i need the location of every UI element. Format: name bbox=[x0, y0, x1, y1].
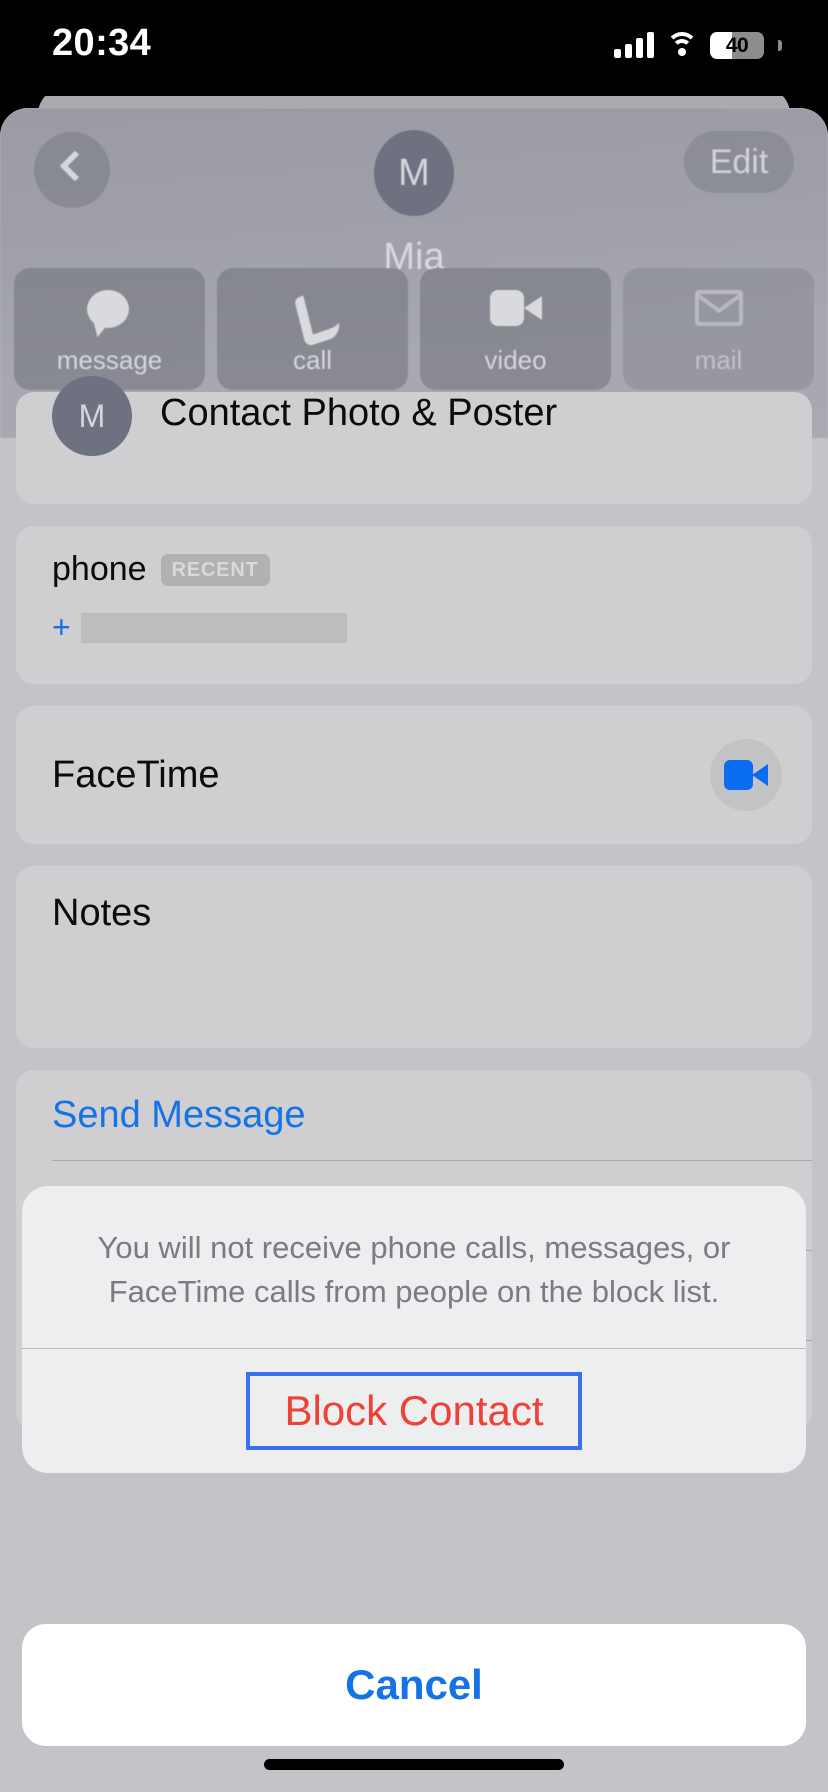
phone-handset-icon bbox=[217, 290, 408, 336]
contact-body: M Contact Photo & Poster phone RECENT + … bbox=[0, 376, 828, 1792]
facetime-video-button[interactable] bbox=[710, 739, 782, 811]
action-label-video: video bbox=[484, 345, 547, 375]
block-contact-row[interactable]: Block Contact bbox=[22, 1349, 806, 1473]
video-camera-icon bbox=[420, 290, 611, 336]
status-bar: 20:34 40 bbox=[0, 0, 828, 96]
contact-detail-sheet: Edit M Mia message call video mail M Con… bbox=[0, 108, 828, 1792]
back-button[interactable] bbox=[34, 132, 110, 208]
facetime-label: FaceTime bbox=[52, 753, 220, 796]
notes-label: Notes bbox=[52, 892, 152, 934]
cancel-sheet[interactable]: Cancel bbox=[22, 1624, 806, 1746]
message-bubble-icon bbox=[14, 290, 205, 340]
battery-icon: 40 bbox=[710, 31, 764, 59]
photo-poster-avatar: M bbox=[52, 376, 132, 456]
recent-badge: RECENT bbox=[160, 553, 270, 586]
action-label-message: message bbox=[56, 345, 163, 375]
contact-avatar[interactable]: M bbox=[374, 130, 454, 216]
action-button-message[interactable]: message bbox=[14, 268, 205, 390]
action-label-call: call bbox=[292, 345, 332, 375]
action-sheet-message: You will not receive phone calls, messag… bbox=[97, 1230, 731, 1309]
battery-percent-label: 40 bbox=[725, 33, 749, 57]
action-label-mail: mail bbox=[694, 345, 743, 375]
notes-card[interactable]: Notes bbox=[16, 866, 812, 1048]
action-button-mail: mail bbox=[623, 268, 814, 390]
facetime-row[interactable]: FaceTime bbox=[16, 706, 812, 844]
action-button-video[interactable]: video bbox=[420, 268, 611, 390]
phone-number-prefix: + bbox=[52, 609, 71, 645]
phone-field-card[interactable]: phone RECENT + bbox=[16, 526, 812, 684]
block-contact-action-sheet: You will not receive phone calls, messag… bbox=[22, 1186, 806, 1473]
status-bar-indicators: 40 bbox=[614, 28, 782, 62]
contact-header: Edit M Mia message call video mail bbox=[0, 108, 828, 438]
status-bar-clock: 20:34 bbox=[52, 22, 152, 64]
send-message-link[interactable]: Send Message bbox=[16, 1070, 812, 1160]
phone-number-redacted bbox=[80, 612, 347, 643]
cellular-signal-icon bbox=[614, 32, 654, 58]
chevron-left-icon bbox=[59, 150, 91, 182]
photo-poster-label: Contact Photo & Poster bbox=[160, 392, 558, 434]
home-indicator[interactable] bbox=[264, 1759, 564, 1770]
phone-field-label: phone bbox=[52, 550, 147, 588]
action-button-call[interactable]: call bbox=[217, 268, 408, 390]
envelope-icon bbox=[623, 290, 814, 336]
block-contact-button[interactable]: Block Contact bbox=[246, 1371, 582, 1451]
quick-action-row: message call video mail bbox=[14, 268, 814, 390]
iphone-screen: Edit M Mia message call video mail M Con… bbox=[0, 0, 828, 1792]
phone-value-row[interactable]: + bbox=[52, 609, 776, 646]
edit-button[interactable]: Edit bbox=[684, 131, 794, 193]
phone-label-row: phone RECENT bbox=[52, 550, 776, 589]
video-camera-icon bbox=[724, 760, 768, 790]
wifi-icon bbox=[666, 32, 698, 58]
battery-cap-icon bbox=[778, 39, 782, 51]
contact-photo-poster-row[interactable]: M Contact Photo & Poster bbox=[16, 376, 812, 504]
cancel-button[interactable]: Cancel bbox=[345, 1661, 483, 1709]
